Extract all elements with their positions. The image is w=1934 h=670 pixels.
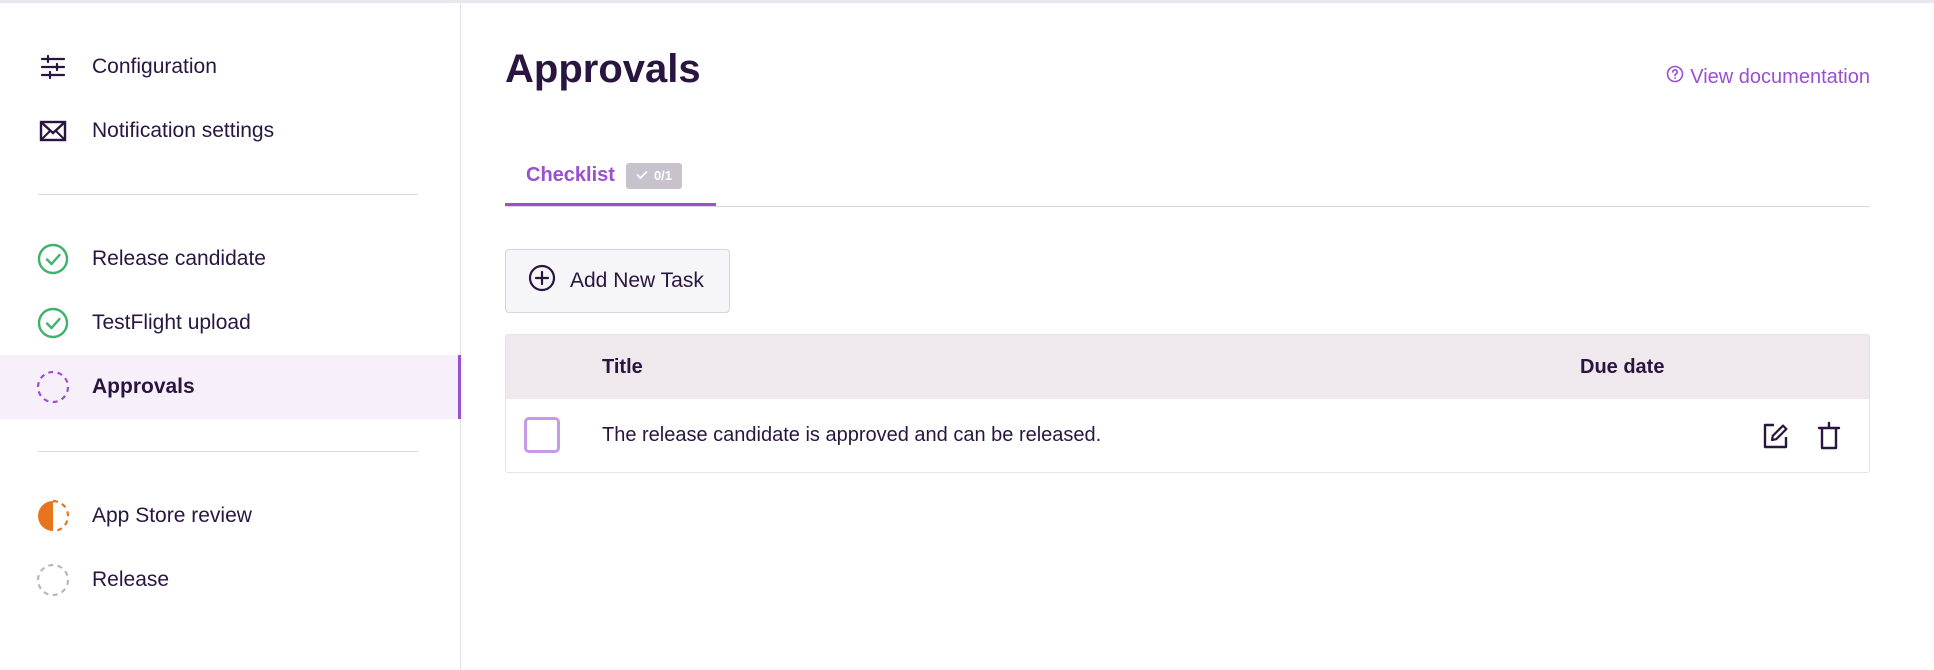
tab-label: Checklist <box>526 164 615 186</box>
sliders-icon <box>36 50 70 84</box>
sidebar-item-label: Release candidate <box>92 247 266 270</box>
view-documentation-link[interactable]: View documentation <box>1666 65 1870 89</box>
sidebar-item-label: Approvals <box>92 375 195 398</box>
task-checkbox[interactable] <box>524 417 560 453</box>
check-icon <box>636 168 648 183</box>
task-table: Title Due date The release candidate is … <box>505 334 1870 473</box>
view-documentation-label: View documentation <box>1690 65 1870 88</box>
tab-checklist[interactable]: Checklist 0/1 <box>505 148 716 206</box>
sidebar-item-label: Release <box>92 568 170 591</box>
sidebar-item-configuration[interactable]: Configuration <box>0 35 461 99</box>
sidebar-item-label: Notification settings <box>92 119 275 142</box>
sidebar: Configuration Notification settings Rele… <box>0 3 461 670</box>
page-title: Approvals <box>505 47 701 91</box>
task-title: The release candidate is approved and ca… <box>602 424 1102 446</box>
check-circle-icon <box>36 306 70 340</box>
tab-bar: Checklist 0/1 <box>505 148 1870 207</box>
trash-icon[interactable] <box>1812 419 1846 453</box>
sidebar-step-approvals[interactable]: Approvals <box>0 355 461 419</box>
sidebar-item-label: Configuration <box>92 55 217 78</box>
question-circle-icon <box>1666 65 1684 89</box>
dashed-circle-icon <box>36 563 70 597</box>
sidebar-step-release-candidate[interactable]: Release candidate <box>0 227 461 291</box>
dashed-circle-icon <box>36 370 70 404</box>
edit-icon[interactable] <box>1758 419 1792 453</box>
add-new-task-label: Add New Task <box>570 269 704 292</box>
sidebar-item-notification-settings[interactable]: Notification settings <box>0 99 461 163</box>
sidebar-item-label: App Store review <box>92 504 252 527</box>
badge-count: 0/1 <box>653 168 673 183</box>
table-row: The release candidate is approved and ca… <box>506 399 1869 472</box>
progress-badge: 0/1 <box>625 162 683 189</box>
main-content: Approvals View documentation Checklist 0… <box>505 3 1870 670</box>
column-header-title: Title <box>602 355 643 378</box>
sidebar-divider <box>38 194 418 195</box>
plus-circle-icon <box>528 264 556 298</box>
sidebar-divider <box>38 451 418 452</box>
add-new-task-button[interactable]: Add New Task <box>505 249 730 313</box>
table-header: Title Due date <box>506 335 1869 399</box>
check-circle-icon <box>36 242 70 276</box>
sidebar-step-testflight-upload[interactable]: TestFlight upload <box>0 291 461 355</box>
envelope-icon <box>36 114 70 148</box>
half-circle-icon <box>36 499 70 533</box>
sidebar-step-release[interactable]: Release <box>0 548 461 612</box>
sidebar-item-label: TestFlight upload <box>92 311 251 334</box>
sidebar-step-app-store-review[interactable]: App Store review <box>0 484 461 548</box>
column-header-due-date: Due date <box>1580 355 1665 378</box>
